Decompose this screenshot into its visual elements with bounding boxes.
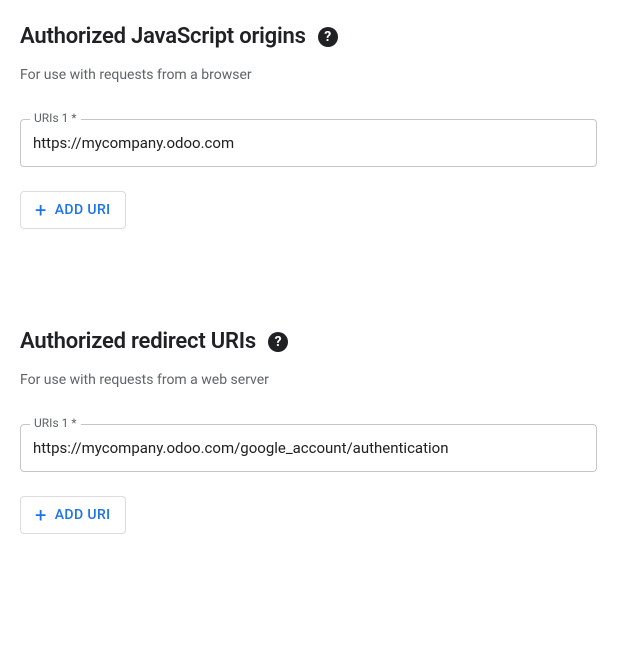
uri-input-wrapper: URIs 1 * [20, 424, 597, 472]
add-uri-button[interactable]: + ADD URI [20, 496, 126, 534]
plus-icon: + [35, 200, 47, 220]
help-icon[interactable]: ? [268, 332, 288, 352]
uri-input-label: URIs 1 * [30, 416, 81, 430]
section-header: Authorized JavaScript origins ? [20, 24, 597, 49]
uri-input-label: URIs 1 * [30, 111, 81, 125]
add-uri-label: ADD URI [55, 507, 111, 523]
redirect-uris-description: For use with requests from a web server [20, 372, 597, 388]
js-origins-title: Authorized JavaScript origins [20, 24, 306, 49]
help-icon[interactable]: ? [318, 27, 338, 47]
js-origins-description: For use with requests from a browser [20, 67, 597, 83]
add-uri-button[interactable]: + ADD URI [20, 191, 126, 229]
add-uri-label: ADD URI [55, 202, 111, 218]
redirect-uris-title: Authorized redirect URIs [20, 329, 256, 354]
redirect-uris-section: Authorized redirect URIs ? For use with … [20, 329, 597, 534]
redirect-uris-input[interactable] [20, 424, 597, 472]
js-origins-uri-input[interactable] [20, 119, 597, 167]
uri-input-wrapper: URIs 1 * [20, 119, 597, 167]
plus-icon: + [35, 505, 47, 525]
js-origins-section: Authorized JavaScript origins ? For use … [20, 24, 597, 229]
section-header: Authorized redirect URIs ? [20, 329, 597, 354]
